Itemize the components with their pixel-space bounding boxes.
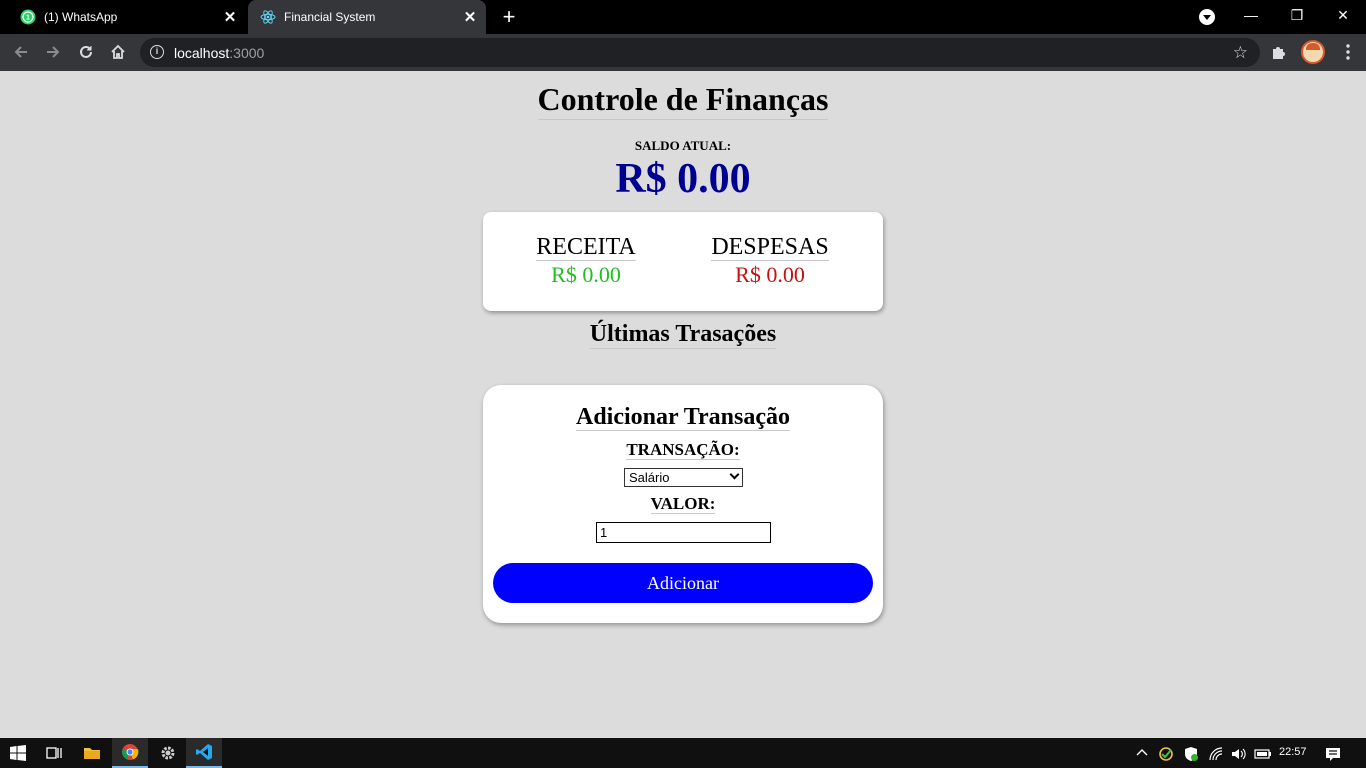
tab-title: Financial System	[284, 10, 376, 24]
file-explorer-icon[interactable]	[74, 738, 110, 768]
defender-shield-icon[interactable]	[1183, 746, 1199, 762]
add-transaction-form: Adicionar Transação TRANSAÇÃO: Salário V…	[483, 385, 883, 623]
transaction-select[interactable]: Salário	[624, 468, 743, 487]
value-input[interactable]: 1	[596, 522, 771, 543]
settings-gear-icon[interactable]	[150, 738, 186, 768]
page-content: Controle de Finanças SALDO ATUAL: R$ 0.0…	[0, 71, 1366, 738]
tab-whatsapp[interactable]: 1 (1) WhatsApp ✕	[8, 0, 246, 34]
address-bar[interactable]: i localhost:3000 ☆	[140, 38, 1260, 67]
add-button[interactable]: Adicionar	[493, 563, 873, 603]
back-arrow-icon[interactable]	[10, 41, 32, 63]
income-column: RECEITA R$ 0.00	[506, 234, 666, 288]
form-title: Adicionar Transação	[575, 404, 791, 431]
transaction-label: TRANSAÇÃO:	[626, 440, 740, 460]
menu-kebab-icon[interactable]	[1337, 41, 1359, 63]
chevron-down-icon	[729, 469, 740, 480]
transaction-selected-value: Salário	[629, 470, 670, 485]
forward-arrow-icon[interactable]	[42, 41, 64, 63]
info-icon[interactable]: i	[150, 45, 164, 59]
bookmark-star-icon[interactable]: ☆	[1233, 43, 1248, 63]
expense-label: DESPESAS	[711, 234, 829, 261]
value-label: VALOR:	[650, 494, 716, 514]
browser-tabstrip: 1 (1) WhatsApp ✕ Financial System ✕ + — …	[0, 0, 1366, 34]
balance-label: SALDO ATUAL:	[634, 138, 732, 153]
transactions-title: Últimas Trasações	[589, 321, 777, 349]
task-view-icon[interactable]	[36, 738, 72, 768]
balance-value: R$ 0.00	[615, 156, 751, 202]
minimize-button[interactable]: —	[1236, 4, 1266, 28]
close-icon[interactable]: ✕	[220, 7, 240, 27]
browser-toolbar: i localhost:3000 ☆	[0, 34, 1366, 71]
home-icon[interactable]	[107, 41, 129, 63]
chrome-icon[interactable]	[112, 738, 148, 768]
new-tab-button[interactable]: +	[498, 6, 520, 29]
chevron-up-icon[interactable]	[1135, 746, 1149, 762]
profile-avatar[interactable]	[1301, 40, 1325, 64]
tab-financial-system[interactable]: Financial System ✕	[248, 0, 486, 34]
summary-card: RECEITA R$ 0.00 DESPESAS R$ 0.00	[483, 212, 883, 311]
page-title: Controle de Finanças	[0, 81, 1366, 120]
react-icon	[260, 9, 276, 25]
notifications-icon[interactable]	[1325, 746, 1341, 762]
url-text: localhost:3000	[174, 45, 265, 61]
extensions-puzzle-icon[interactable]	[1268, 41, 1290, 63]
taskbar-clock[interactable]: 22:57	[1279, 746, 1307, 758]
svg-text:1: 1	[26, 15, 30, 22]
security-check-icon[interactable]	[1158, 746, 1174, 762]
reload-icon[interactable]	[75, 41, 97, 63]
income-label: RECEITA	[536, 234, 636, 261]
restore-button[interactable]: ❐	[1282, 4, 1312, 28]
tab-title: (1) WhatsApp	[44, 10, 118, 24]
window-close-button[interactable]: ✕	[1328, 4, 1358, 28]
taskbar: 22:57	[0, 738, 1366, 768]
close-icon[interactable]: ✕	[460, 7, 480, 27]
tab-search-icon[interactable]	[1199, 9, 1215, 25]
income-value: R$ 0.00	[551, 262, 621, 287]
volume-icon[interactable]	[1230, 746, 1246, 762]
expense-column: DESPESAS R$ 0.00	[690, 234, 850, 288]
vscode-icon[interactable]	[186, 738, 222, 768]
windows-start-icon[interactable]	[0, 738, 36, 768]
wifi-icon[interactable]	[1208, 746, 1224, 762]
expense-value: R$ 0.00	[735, 262, 805, 287]
whatsapp-icon: 1	[20, 9, 36, 25]
battery-icon[interactable]	[1254, 746, 1272, 762]
